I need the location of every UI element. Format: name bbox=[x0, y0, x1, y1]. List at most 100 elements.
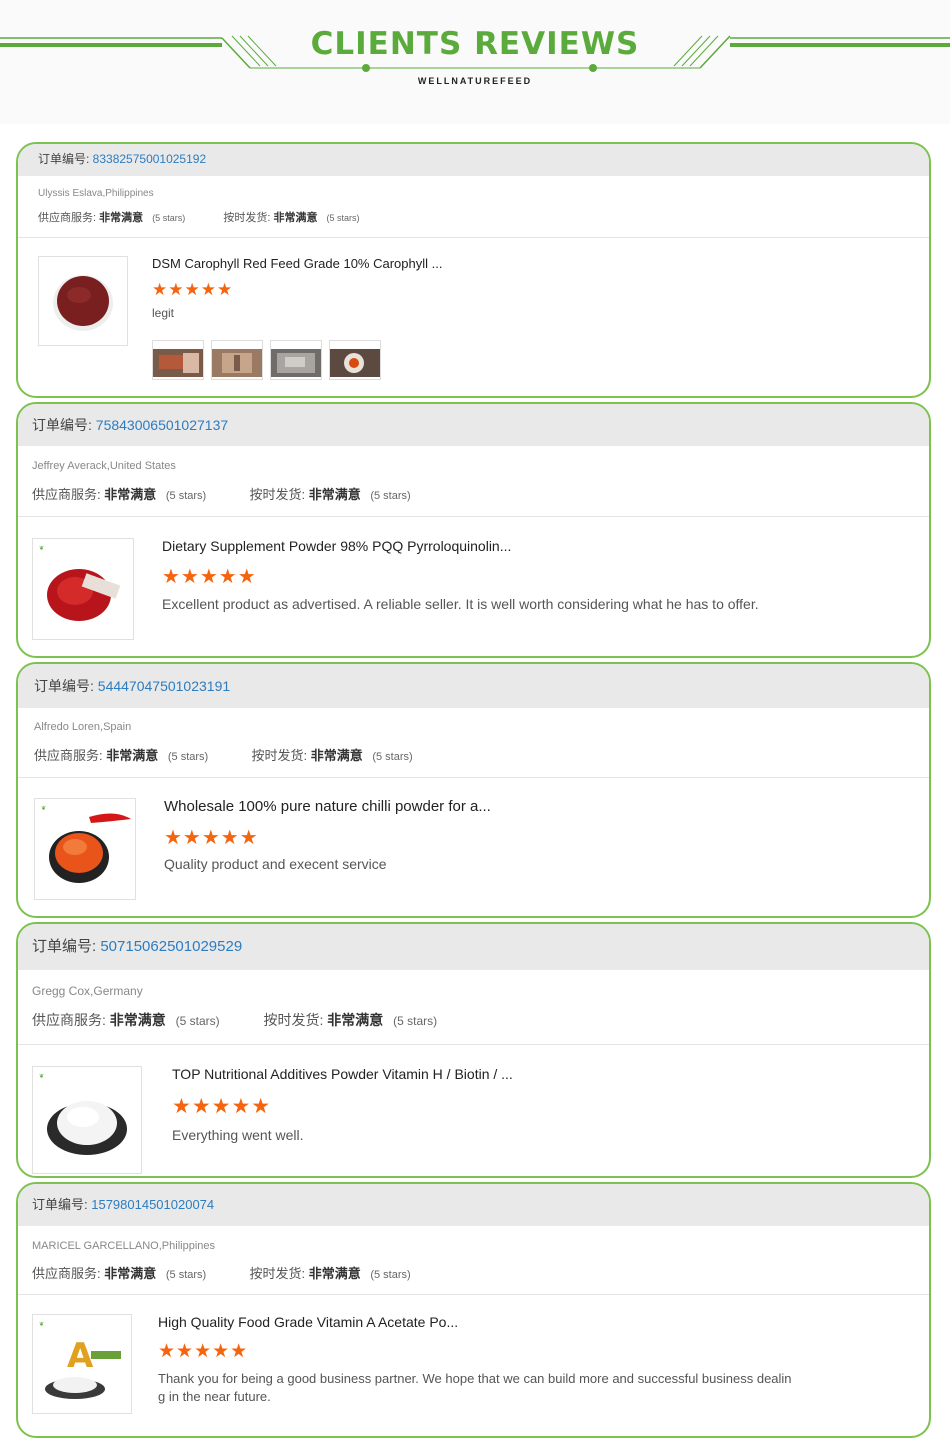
liquid-photo-icon bbox=[330, 349, 380, 377]
order-header: 订单编号: 75843006501027137 bbox=[18, 404, 929, 446]
supplier-service-label: 供应商服务: bbox=[32, 487, 105, 502]
product-title-link[interactable]: Wholesale 100% pure nature chilli powder… bbox=[164, 798, 491, 815]
svg-text:A: A bbox=[67, 1336, 94, 1376]
review-comment: Quality product and execent service bbox=[164, 856, 387, 872]
product-title-link[interactable]: DSM Carophyll Red Feed Grade 10% Carophy… bbox=[152, 256, 442, 271]
white-powder-icon bbox=[47, 1101, 127, 1155]
order-header: 订单编号: 50715062501029529 bbox=[18, 924, 929, 970]
supplier-service-value: 非常满意 bbox=[99, 212, 144, 224]
vitamin-a-icon: A bbox=[45, 1336, 121, 1399]
order-label: 订单编号: bbox=[32, 417, 96, 433]
order-label: 订单编号: bbox=[34, 678, 98, 694]
rating-summary: 供应商服务: 非常满意 (5 stars) 按时发货: 非常满意 (5 star… bbox=[32, 1010, 437, 1030]
product-title-link[interactable]: TOP Nutritional Additives Powder Vitamin… bbox=[172, 1066, 513, 1082]
order-number-link[interactable]: 83382575001025192 bbox=[93, 152, 206, 166]
brand-leaf-icon: ❦ bbox=[39, 1321, 45, 1328]
rating-summary: 供应商服务: 非常满意 (5 stars) 按时发货: 非常满意 (5 star… bbox=[34, 745, 413, 764]
supplier-service-value: 非常满意 bbox=[104, 487, 157, 502]
star-rating: ★★★★★ bbox=[172, 1095, 272, 1118]
customer-name: Jeffrey Averack,United States bbox=[32, 460, 176, 472]
order-number-link[interactable]: 54447047501023191 bbox=[98, 678, 230, 694]
order-header: 订单编号: 54447047501023191 bbox=[18, 664, 929, 708]
supplier-service-label: 供应商服务: bbox=[32, 1266, 105, 1281]
delivery-label: 按时发货: bbox=[223, 212, 274, 224]
product-thumbnail[interactable]: ❦ bbox=[32, 538, 134, 640]
order-number-link[interactable]: 50715062501029529 bbox=[100, 938, 242, 955]
supplier-service-label: 供应商服务: bbox=[34, 748, 107, 763]
delivery-label: 按时发货: bbox=[263, 1012, 328, 1028]
review-photo[interactable] bbox=[152, 340, 204, 380]
supplier-service-stars: (5 stars) bbox=[175, 1014, 220, 1028]
supplier-service-stars: (5 stars) bbox=[167, 751, 209, 763]
order-label: 订单编号: bbox=[32, 1197, 92, 1212]
divider bbox=[18, 1044, 929, 1045]
order-header: 订单编号: 83382575001025192 bbox=[18, 144, 929, 176]
delivery-value: 非常满意 bbox=[273, 212, 318, 224]
red-powder-icon bbox=[47, 569, 121, 621]
product-thumbnail[interactable]: ❦ bbox=[34, 798, 136, 900]
delivery-stars: (5 stars) bbox=[370, 490, 411, 502]
supplier-service-label: 供应商服务: bbox=[32, 1012, 110, 1028]
supplier-service-value: 非常满意 bbox=[109, 1012, 166, 1028]
review-card: 订单编号: 15798014501020074 MARICEL GARCELLA… bbox=[16, 1182, 931, 1438]
review-comment: Thank you for being a good business part… bbox=[158, 1371, 792, 1404]
rating-summary: 供应商服务: 非常满意 (5 stars) 按时发货: 非常满意 (5 star… bbox=[32, 1263, 411, 1282]
divider bbox=[18, 516, 929, 517]
order-label: 订单编号: bbox=[32, 938, 101, 955]
product-thumbnail[interactable]: ❦ bbox=[32, 1066, 142, 1174]
product-title-link[interactable]: High Quality Food Grade Vitamin A Acetat… bbox=[158, 1314, 458, 1330]
review-photo[interactable] bbox=[211, 340, 263, 380]
star-rating: ★★★★★ bbox=[158, 1341, 249, 1362]
delivery-label: 按时发货: bbox=[249, 1266, 309, 1281]
red-powder-photo-icon bbox=[153, 349, 203, 377]
customer-name: Gregg Cox,Germany bbox=[32, 984, 143, 998]
supplier-service-stars: (5 stars) bbox=[165, 1269, 207, 1281]
divider bbox=[18, 237, 929, 238]
brand-leaf-icon: ❦ bbox=[39, 1073, 45, 1080]
star-rating: ★★★★★ bbox=[164, 827, 259, 849]
header-decoration bbox=[0, 35, 950, 72]
order-header: 订单编号: 15798014501020074 bbox=[18, 1184, 929, 1226]
divider bbox=[18, 777, 929, 778]
customer-name: Ulyssis Eslava,Philippines bbox=[38, 188, 154, 199]
customer-name: MARICEL GARCELLANO,Philippines bbox=[32, 1240, 215, 1252]
customer-name: Alfredo Loren,Spain bbox=[34, 721, 132, 733]
product-thumbnail[interactable] bbox=[38, 256, 128, 346]
review-comment: Everything went well. bbox=[172, 1127, 304, 1143]
review-card: 订单编号: 75843006501027137 Jeffrey Averack,… bbox=[16, 402, 931, 658]
review-photo[interactable] bbox=[329, 340, 381, 380]
star-rating: ★★★★★ bbox=[162, 566, 257, 588]
delivery-label: 按时发货: bbox=[251, 748, 311, 763]
delivery-value: 非常满意 bbox=[327, 1012, 384, 1028]
product-thumbnail[interactable]: ❦ A bbox=[32, 1314, 132, 1414]
rating-summary: 供应商服务: 非常满意 (5 stars) 按时发货: 非常满意 (5 star… bbox=[32, 484, 411, 503]
delivery-value: 非常满意 bbox=[310, 748, 363, 763]
product-title-link[interactable]: Dietary Supplement Powder 98% PQQ Pyrrol… bbox=[162, 538, 511, 554]
order-label: 订单编号: bbox=[38, 152, 93, 166]
delivery-label: 按时发货: bbox=[249, 487, 309, 502]
bag-photo-icon bbox=[271, 349, 321, 377]
review-photo[interactable] bbox=[270, 340, 322, 380]
delivery-stars: (5 stars) bbox=[370, 1269, 411, 1281]
review-card: 订单编号: 54447047501023191 Alfredo Loren,Sp… bbox=[16, 662, 931, 918]
bag-photo-icon bbox=[212, 349, 262, 377]
order-number-link[interactable]: 75843006501027137 bbox=[96, 417, 228, 433]
page-title: CLIENTS REVIEWS bbox=[310, 26, 640, 62]
brand-leaf-icon: ❦ bbox=[39, 545, 45, 552]
delivery-stars: (5 stars) bbox=[326, 213, 360, 223]
review-comment: legit bbox=[152, 306, 175, 320]
supplier-service-label: 供应商服务: bbox=[38, 212, 100, 224]
delivery-value: 非常满意 bbox=[308, 487, 361, 502]
divider bbox=[18, 1294, 929, 1295]
section-header: CLIENTS REVIEWS WELLNATUREFEED bbox=[0, 0, 950, 124]
review-card: 订单编号: 50715062501029529 Gregg Cox,German… bbox=[16, 922, 931, 1178]
chilli-powder-icon bbox=[49, 813, 131, 883]
star-rating: ★★★★★ bbox=[152, 280, 234, 299]
red-powder-icon bbox=[53, 275, 113, 331]
supplier-service-value: 非常满意 bbox=[104, 1266, 157, 1281]
supplier-service-stars: (5 stars) bbox=[152, 213, 186, 223]
order-number-link[interactable]: 15798014501020074 bbox=[91, 1197, 214, 1212]
brand-leaf-icon: ❦ bbox=[41, 805, 47, 812]
review-comment: Excellent product as advertised. A relia… bbox=[162, 596, 759, 612]
brand-subtitle: WELLNATUREFEED bbox=[417, 76, 533, 86]
